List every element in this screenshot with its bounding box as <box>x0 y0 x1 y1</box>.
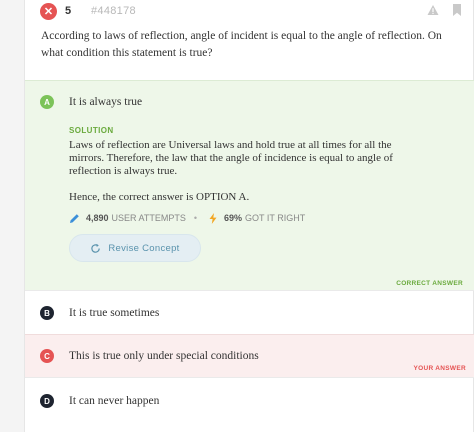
refresh-icon <box>91 243 101 253</box>
option-a[interactable]: A It is always true SOLUTION Laws of ref… <box>25 80 474 290</box>
option-d-letter: D <box>40 394 54 408</box>
lightning-icon <box>209 212 217 224</box>
option-c-text: This is true only under special conditio… <box>69 350 259 362</box>
option-d-text: It can never happen <box>69 395 160 407</box>
revise-concept-label: Revise Concept <box>108 242 180 254</box>
option-a-text: It is always true <box>69 96 143 108</box>
got-right-percent: 69% <box>224 213 243 223</box>
option-c-letter: C <box>40 349 54 363</box>
solution-answer: Hence, the correct answer is OPTION A. <box>69 191 250 203</box>
revise-concept-button[interactable]: Revise Concept <box>69 234 201 262</box>
pencil-icon <box>70 213 79 223</box>
got-right-label: GOT IT RIGHT <box>245 213 306 223</box>
option-b[interactable]: B It is true sometimes <box>25 290 474 334</box>
report-warning-icon[interactable] <box>427 4 439 16</box>
question-card: ✕ 5 #448178 According to laws of reflect… <box>24 0 474 432</box>
solution-label: SOLUTION <box>69 126 114 135</box>
incorrect-status-icon: ✕ <box>40 3 57 20</box>
solution-stats: 4,890 USER ATTEMPTS • 69% GOT IT RIGHT <box>69 211 305 225</box>
option-b-letter: B <box>40 306 54 320</box>
attempts-label: USER ATTEMPTS <box>111 213 186 223</box>
solution-body: Laws of reflection are Universal laws an… <box>69 139 393 177</box>
option-a-letter: A <box>40 95 54 109</box>
your-answer-tag: YOUR ANSWER <box>413 365 466 372</box>
option-d[interactable]: D It can never happen <box>25 377 474 432</box>
question-text: According to laws of reflection, angle o… <box>41 30 442 59</box>
question-id: #448178 <box>91 5 136 17</box>
option-c[interactable]: C This is true only under special condit… <box>25 334 474 377</box>
question-number: 5 <box>65 5 72 17</box>
stats-separator: • <box>193 213 198 223</box>
attempts-count: 4,890 <box>86 213 109 223</box>
option-b-text: It is true sometimes <box>69 307 160 319</box>
bookmark-icon[interactable] <box>452 4 462 16</box>
correct-answer-tag: CORRECT ANSWER <box>396 280 463 287</box>
